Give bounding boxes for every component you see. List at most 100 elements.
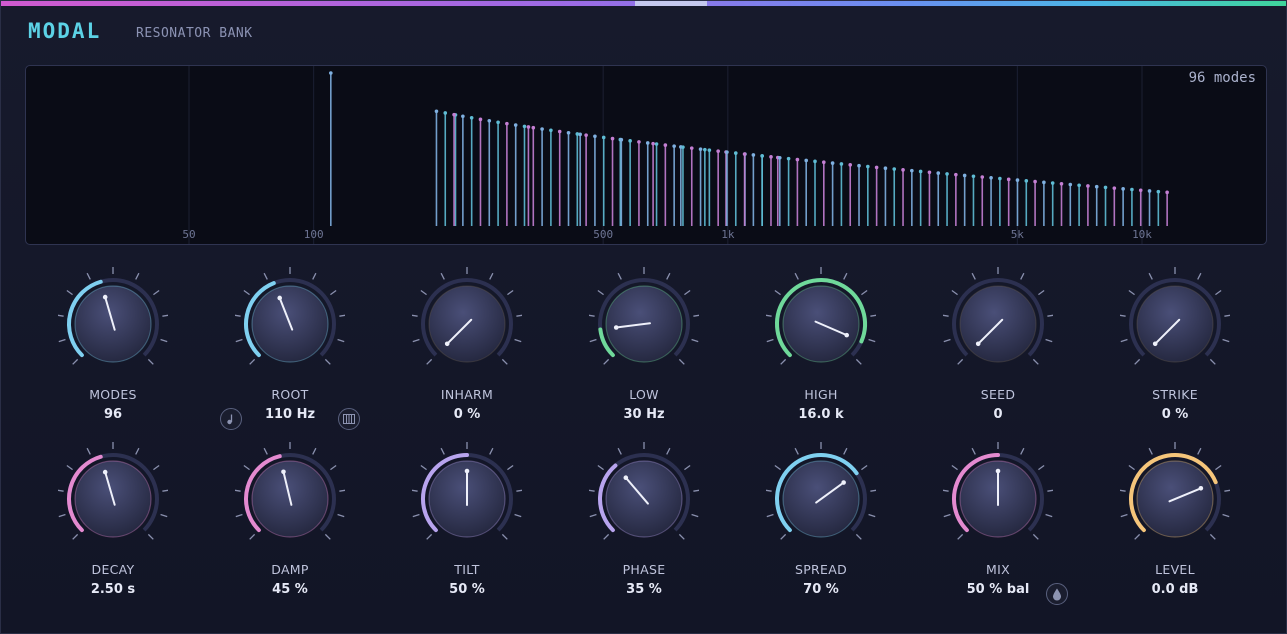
level-knob[interactable] (1120, 437, 1230, 557)
mode-peak-dot (672, 144, 676, 148)
mode-peak-dot (795, 157, 800, 162)
knob-tick (1134, 533, 1141, 540)
knob-tick (780, 533, 787, 540)
knob-tick (1120, 489, 1126, 492)
knob-tick (162, 489, 168, 492)
knob-tick (160, 513, 168, 518)
knob-tick (507, 289, 514, 296)
mode-peak-dot (918, 169, 923, 174)
mix-value: 50 % bal (966, 582, 1030, 597)
mode-peak-dot (1015, 178, 1020, 182)
high-knob[interactable] (766, 262, 876, 382)
mode-peak-dot (575, 132, 580, 136)
spread-knob[interactable] (766, 437, 876, 557)
knob-tick (1197, 447, 1202, 455)
mode-peak-dot (496, 120, 500, 125)
knob-tick (868, 513, 876, 518)
knob-tick (691, 513, 699, 518)
tilt-label: TILT (454, 562, 480, 577)
mode-peak-dot (478, 117, 483, 122)
mode-peak-dot (610, 136, 615, 141)
knob-tick (243, 289, 250, 296)
knob-tick (1045, 338, 1053, 343)
knob-tick (589, 489, 595, 492)
mode-peak-dot (707, 148, 712, 152)
mode-peak-dot (751, 153, 756, 157)
mix-knob[interactable] (943, 437, 1053, 557)
root-knob[interactable] (235, 262, 345, 382)
spectrum-tick-label: 500 (593, 228, 613, 241)
knob-tick (1197, 272, 1202, 280)
mode-peak-dot (1130, 187, 1134, 192)
knob-tick (235, 314, 241, 317)
knob-tick (135, 447, 140, 455)
mode-peak-dot (1165, 190, 1169, 195)
knob-tick (86, 272, 91, 280)
high-knob-control: HIGH 16.0 k (756, 262, 886, 432)
knob-tick (489, 447, 494, 455)
mode-peak-dot (971, 174, 976, 179)
knob-tick (774, 289, 781, 296)
seed-knob[interactable] (943, 262, 1053, 382)
mode-peak-dot (549, 128, 553, 133)
knob-tick (412, 489, 418, 492)
knob-tick (589, 314, 595, 317)
mode-peak-dot (901, 168, 905, 172)
modes-knob[interactable] (58, 262, 168, 382)
mode-peak-dot (989, 175, 993, 180)
knob-tick (1209, 358, 1216, 365)
strike-knob-control: STRIKE 0 % (1110, 262, 1240, 432)
tilt-knob[interactable] (412, 437, 522, 557)
mode-peak-dot (848, 163, 853, 167)
inharm-knob-control: INHARM 0 % (402, 262, 532, 432)
plugin-window: MODAL RESONATOR BANK 50 100 500 1k 5k 10k 96 … (0, 0, 1287, 634)
knob-tick (339, 489, 345, 492)
knob-tick (589, 338, 597, 343)
knob-tick (943, 513, 951, 518)
knob-tick (337, 513, 345, 518)
spread-knob-control: SPREAD 70 % (756, 437, 886, 607)
mode-peak-dot (777, 155, 782, 160)
mode-peak-dot (954, 172, 958, 177)
knob-tick (312, 272, 317, 280)
mode-peak-dot (839, 162, 844, 166)
inharm-knob[interactable] (412, 262, 522, 382)
brand-title: MODAL (28, 19, 102, 43)
knob-tick (160, 338, 168, 343)
inharm-value: 0 % (453, 407, 481, 422)
mode-peak-dot (866, 164, 870, 169)
mode-peak-dot (522, 124, 527, 129)
mode-peak-dot (874, 165, 879, 170)
knob-tick (597, 464, 604, 471)
mode-peak-dot (703, 147, 707, 152)
root-note-button[interactable] (220, 408, 242, 430)
phase-label: PHASE (622, 562, 666, 577)
knob-tick (1020, 447, 1025, 455)
damp-value: 45 % (272, 582, 308, 597)
knob-tick (766, 314, 772, 317)
knob-tick (943, 489, 949, 492)
knob-tick (72, 358, 79, 365)
knob-tick (780, 358, 787, 365)
mode-peak-dot (593, 134, 597, 139)
knob-tick (235, 489, 241, 492)
mode-peak-dot (645, 141, 650, 145)
knob-tick (617, 272, 622, 280)
knob-tick (501, 533, 508, 540)
mode-peak-dot (742, 152, 747, 156)
strike-knob[interactable] (1120, 262, 1230, 382)
low-knob[interactable] (589, 262, 699, 382)
decay-knob[interactable] (58, 437, 168, 557)
mix-mode-button[interactable] (1046, 583, 1068, 605)
knob-tick (1134, 358, 1141, 365)
root-keyboard-button[interactable] (338, 408, 360, 430)
mode-peak-dot (883, 166, 888, 171)
damp-knob[interactable] (235, 437, 345, 557)
mode-peak-dot (329, 71, 333, 75)
knob-tick (1224, 489, 1230, 492)
mode-peak-dot (786, 156, 791, 161)
knob-tick (603, 533, 610, 540)
knob-tick (1038, 464, 1045, 471)
phase-knob[interactable] (589, 437, 699, 557)
knob-tick (1148, 447, 1153, 455)
